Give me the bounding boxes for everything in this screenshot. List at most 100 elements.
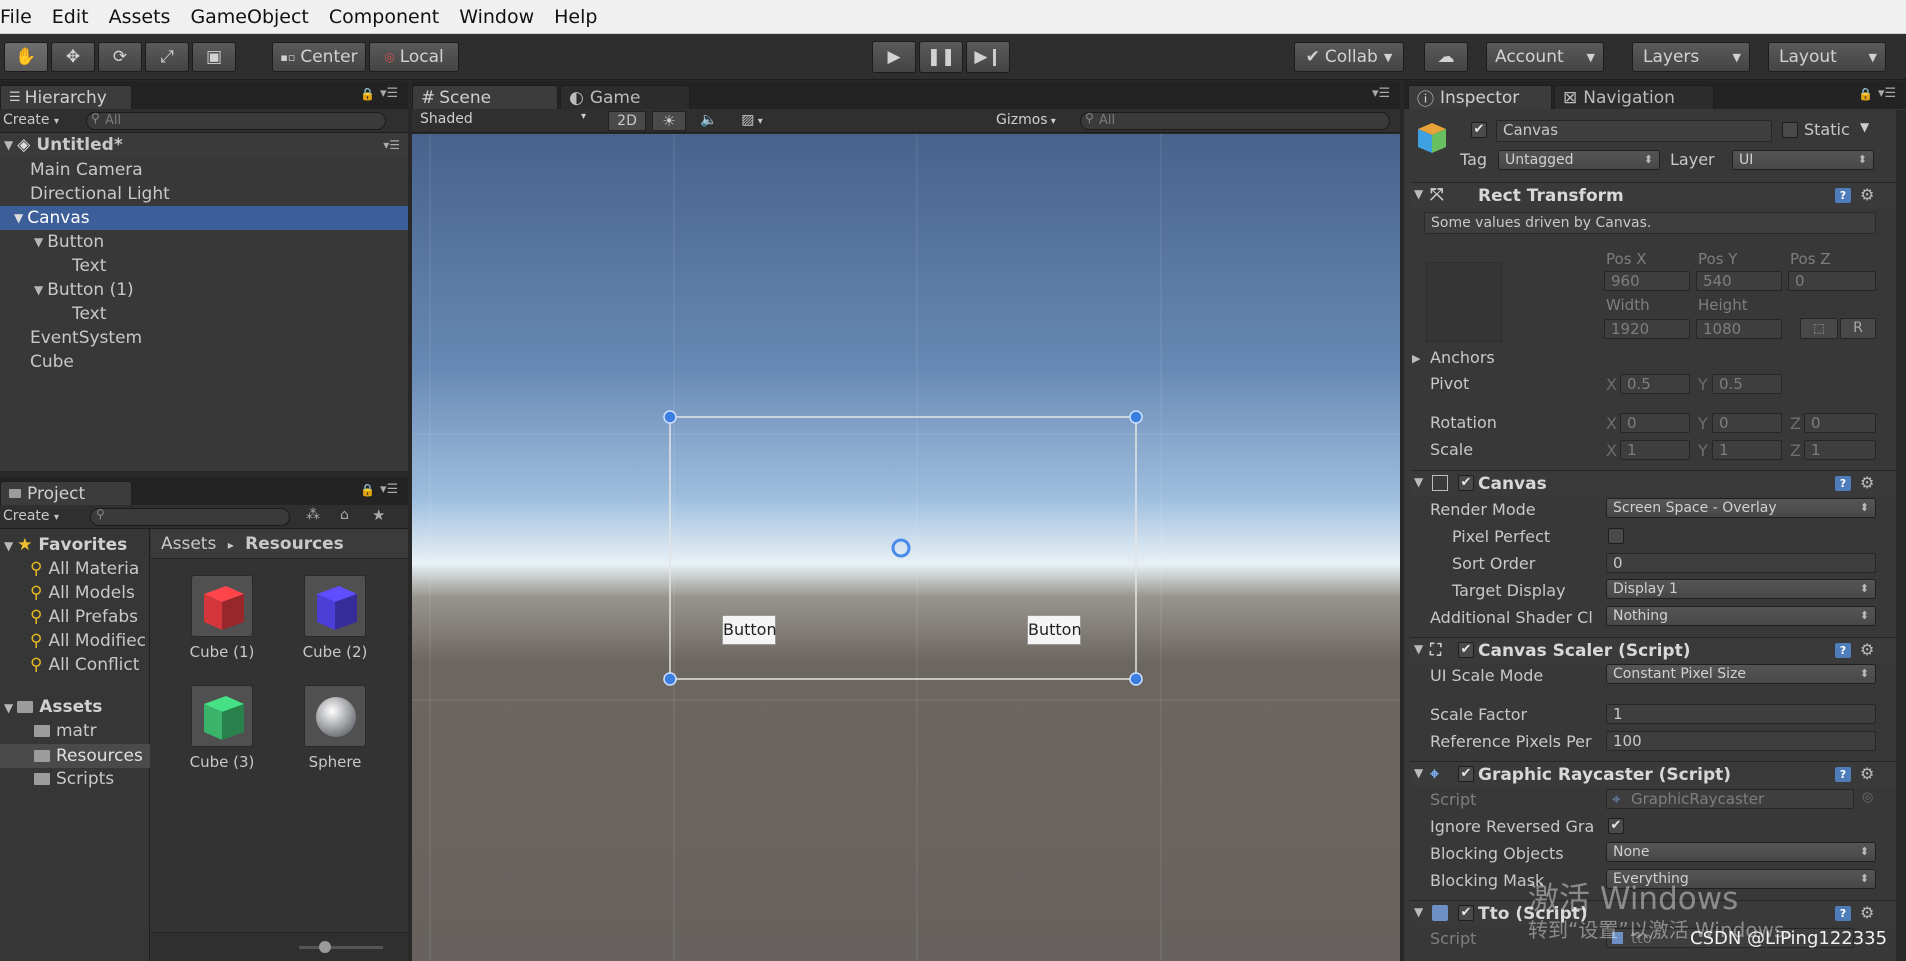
folder-resources[interactable]: Resources [0,744,150,768]
audio-toggle[interactable]: 🔈 [692,111,726,131]
scale-x-field[interactable]: 1 [1620,440,1690,460]
favorite-all-prefabs[interactable]: ⚲ All Prefabs [30,607,148,627]
2d-toggle[interactable]: 2D [608,111,646,131]
blueprint-mode-button[interactable]: ⬚ [1800,318,1838,339]
hierarchy-item-main-camera[interactable]: Main Camera [0,158,408,182]
hierarchy-item-text[interactable]: Text [0,254,408,278]
active-checkbox[interactable]: ✔ [1471,122,1487,138]
hierarchy-item-cube[interactable]: Cube [0,350,408,374]
object-name-input[interactable]: Canvas [1496,120,1772,142]
breadcrumb-resources[interactable]: Resources [245,534,344,554]
scene-ui-button-2[interactable]: Button [1027,615,1082,645]
tab-project[interactable]: Project [0,481,132,505]
lock-icon[interactable]: 🔒 [1858,87,1873,101]
hierarchy-search-input[interactable]: All [86,112,386,130]
scene-search-input[interactable]: All [1080,112,1390,130]
reference-pixels-field[interactable]: 100 [1606,731,1876,751]
collapse-triangle-icon[interactable]: ▶ [1412,352,1420,365]
asset-cube-1[interactable]: Cube (1) [172,575,272,661]
tab-navigation[interactable]: ⊠ Navigation [1554,85,1714,109]
collab-button[interactable]: ✔ Collab ▼ [1294,42,1404,72]
menu-help[interactable]: Help [544,6,607,28]
tab-hierarchy[interactable]: ☰ Hierarchy [0,85,132,109]
help-icon[interactable]: ? [1835,188,1851,203]
help-icon[interactable]: ? [1835,643,1851,658]
shader-channels-dropdown[interactable]: Nothing [1606,606,1876,626]
scene-root-row[interactable]: ▼ ◈ Untitled* ▾☰ [0,133,408,157]
canvas-enabled-checkbox[interactable]: ✔ [1458,475,1474,491]
star-icon[interactable]: ★ [372,506,385,524]
sort-order-field[interactable]: 0 [1606,553,1876,573]
help-icon[interactable]: ? [1835,767,1851,782]
static-dropdown-arrow-icon[interactable]: ▼ [1860,120,1869,134]
tab-inspector[interactable]: ⓘ Inspector [1408,85,1552,110]
favorite-all-models[interactable]: ⚲ All Models [30,583,148,603]
anchor-presets-widget[interactable] [1426,262,1502,342]
gear-icon[interactable]: ⚙ [1860,903,1874,922]
menu-window[interactable]: Window [449,6,544,28]
favorites-header[interactable]: ▼ ★ Favorites [4,535,127,555]
graphic-raycaster-header[interactable]: ▼ ⌖ ✔ Graphic Raycaster (Script) ? ⚙ [1410,761,1906,787]
hierarchy-item-text-1[interactable]: Text [0,302,408,326]
hierarchy-item-eventsystem[interactable]: EventSystem [0,326,408,350]
pivot-icon[interactable] [891,538,911,558]
lighting-toggle[interactable]: ☀ [652,111,686,131]
tag-dropdown[interactable]: Untagged [1498,150,1660,170]
render-mode-dropdown[interactable]: Screen Space - Overlay [1606,498,1876,518]
asset-cube-3[interactable]: Cube (3) [172,685,272,771]
pixel-perfect-checkbox[interactable] [1608,528,1624,544]
favorite-all-materials[interactable]: ⚲ All Materia [30,559,148,579]
gear-icon[interactable]: ⚙ [1860,640,1874,659]
raycaster-enabled-checkbox[interactable]: ✔ [1458,766,1474,782]
menu-file[interactable]: File [0,6,42,28]
blocking-objects-dropdown[interactable]: None [1606,842,1876,862]
scene-viewport[interactable]: Button Button [412,134,1400,961]
lock-icon[interactable]: 🔒 [360,87,375,101]
scale-z-field[interactable]: 1 [1804,440,1876,460]
tag-icon[interactable]: ⌂ [340,507,349,523]
canvas-scaler-header[interactable]: ▼ ⛶ ✔ Canvas Scaler (Script) ? ⚙ [1410,637,1906,663]
hierarchy-item-canvas[interactable]: ▼ Canvas [0,206,408,230]
shading-mode-dropdown[interactable]: Shaded ▾ [420,111,590,131]
pause-button[interactable]: ❚❚ [919,41,963,73]
anchors-label[interactable]: Anchors [1430,348,1495,367]
move-tool-button[interactable]: ✥ [51,42,95,72]
tto-enabled-checkbox[interactable]: ✔ [1458,905,1474,921]
panel-menu-icon[interactable]: ▾☰ [1878,86,1896,101]
rot-x-field[interactable]: 0 [1620,413,1690,433]
folder-scripts[interactable]: Scripts [34,769,114,789]
breadcrumb-assets[interactable]: Assets [161,534,216,554]
rect-transform-header[interactable]: ▼ ⤧ Rect Transform ? ⚙ [1410,182,1906,208]
account-dropdown[interactable]: Account ▼ [1486,42,1604,72]
rect-handle-icon[interactable] [663,672,677,686]
scale-factor-field[interactable]: 1 [1606,704,1876,724]
rect-handle-icon[interactable] [663,410,677,424]
canvas-scaler-enabled-checkbox[interactable]: ✔ [1458,642,1474,658]
help-icon[interactable]: ? [1835,906,1851,921]
scale-tool-button[interactable]: ⤢ [145,42,189,72]
panel-menu-icon[interactable]: ▾☰ [1372,86,1390,101]
width-field[interactable]: 1920 [1604,319,1690,339]
tab-scene[interactable]: # Scene [412,85,558,109]
layout-dropdown[interactable]: Layout ▼ [1768,42,1886,72]
gizmos-dropdown[interactable]: Gizmos ▾ [996,112,1056,128]
menu-gameobject[interactable]: GameObject [180,6,318,28]
scale-y-field[interactable]: 1 [1712,440,1782,460]
scene-ui-button-1[interactable]: Button [722,615,777,645]
ignore-reversed-checkbox[interactable]: ✔ [1608,818,1624,834]
asset-cube-2[interactable]: Cube (2) [285,575,385,661]
filter-type-icon[interactable]: ⁂ [306,507,320,523]
inspector-scrollbar[interactable] [1896,110,1906,961]
thumbnail-size-slider[interactable] [299,946,383,949]
project-create-button[interactable]: Create ▾ [3,508,59,524]
slider-handle[interactable] [319,941,331,953]
asset-sphere[interactable]: Sphere [285,685,385,771]
cloud-button[interactable]: ☁ [1424,42,1468,72]
effects-toggle[interactable]: ▨ ▾ [732,111,772,131]
favorite-all-modified[interactable]: ⚲ All Modifiec [30,631,148,651]
pivot-center-button[interactable]: ▪▫ Center [272,42,366,72]
scene-menu-icon[interactable]: ▾☰ [383,138,400,152]
raw-edit-button[interactable]: R [1840,318,1876,339]
pivot-y-field[interactable]: 0.5 [1712,374,1782,394]
gear-icon[interactable]: ⚙ [1860,185,1874,204]
